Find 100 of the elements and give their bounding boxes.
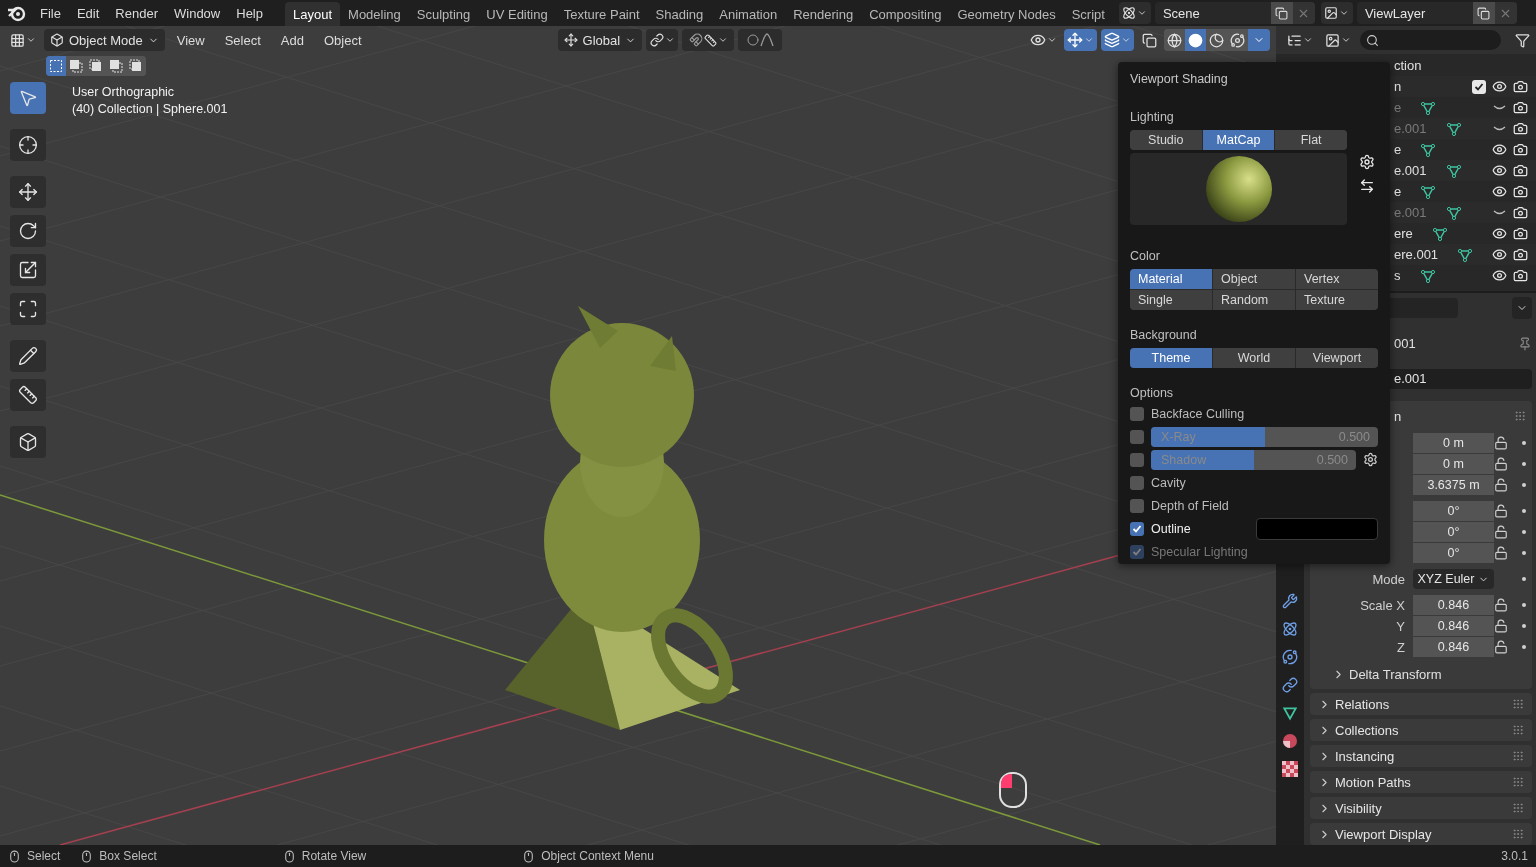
menu-item[interactable]: Edit	[68, 2, 108, 24]
lock-icon[interactable]	[1494, 598, 1508, 612]
proportional-button[interactable]	[738, 29, 783, 51]
lock-icon[interactable]	[1494, 525, 1508, 539]
menu-item[interactable]: Window	[166, 2, 229, 24]
camera-icon[interactable]	[1513, 142, 1528, 157]
checkbox[interactable]	[1130, 521, 1144, 536]
shading-mode-button[interactable]	[1185, 29, 1206, 51]
segment-button[interactable]: Viewport	[1296, 348, 1378, 368]
lock-icon[interactable]	[1494, 619, 1508, 633]
panel-header[interactable]: Relations	[1310, 693, 1532, 715]
mesh-data-icon[interactable]	[1282, 705, 1298, 721]
workspace-tab[interactable]: Animation	[711, 2, 786, 26]
color-swatch[interactable]	[1256, 517, 1378, 540]
tool-button[interactable]	[10, 129, 46, 161]
checkbox[interactable]	[1130, 452, 1144, 467]
lock-icon[interactable]	[1494, 478, 1508, 492]
select-mode-button[interactable]	[126, 56, 146, 76]
keyframe-dot[interactable]	[1522, 509, 1526, 513]
pivot-button[interactable]	[646, 29, 679, 51]
scene-name-field[interactable]: Scene	[1154, 2, 1315, 24]
filter-icon[interactable]	[1515, 32, 1530, 48]
camera-icon[interactable]	[1513, 247, 1528, 262]
menu-item[interactable]: File	[32, 2, 69, 24]
workspace-tab[interactable]: Geometry Nodes	[949, 2, 1064, 26]
checkbox[interactable]	[1130, 406, 1144, 421]
lock-icon[interactable]	[1494, 640, 1508, 654]
grip-icon[interactable]	[1514, 410, 1526, 422]
camera-icon[interactable]	[1513, 100, 1528, 115]
segment-button[interactable]: World	[1213, 348, 1295, 368]
scene-selector-button[interactable]	[1118, 2, 1151, 24]
checkbox[interactable]	[1472, 79, 1486, 94]
tool-button[interactable]	[10, 254, 46, 286]
menu-item[interactable]: Object	[315, 29, 370, 51]
outliner-item[interactable]: ction	[1394, 58, 1422, 73]
segment-button[interactable]: Single	[1130, 290, 1212, 310]
menu-item[interactable]: Help	[228, 2, 271, 24]
menu-item[interactable]: Select	[216, 29, 269, 51]
workspace-tab[interactable]: Modeling	[340, 2, 409, 26]
keyframe-dot[interactable]	[1522, 624, 1526, 628]
logo-icon[interactable]	[6, 4, 26, 22]
checkbox[interactable]	[1130, 475, 1144, 490]
option-label[interactable]: Outline	[1151, 521, 1191, 536]
value-field[interactable]: 0°	[1413, 501, 1494, 521]
option-label[interactable]: Cavity	[1151, 475, 1186, 490]
snap-button[interactable]	[682, 29, 735, 51]
wrench-icon[interactable]	[1282, 593, 1298, 609]
eye-icon[interactable]	[1492, 247, 1507, 262]
workspace-tab[interactable]: UV Editing	[478, 2, 556, 26]
panel-header[interactable]: Motion Paths	[1310, 771, 1532, 793]
search-field[interactable]	[1360, 30, 1501, 50]
panel-header[interactable]: Viewport Display	[1310, 823, 1532, 845]
settings-icon[interactable]	[1363, 452, 1378, 467]
segment-button[interactable]: Studio	[1130, 130, 1202, 150]
menu-item[interactable]: View	[168, 29, 213, 51]
pin-icon[interactable]	[1518, 336, 1532, 351]
matcap-preview[interactable]	[1130, 153, 1347, 225]
outliner-item[interactable]: e	[1394, 184, 1402, 199]
tool-button[interactable]	[10, 379, 46, 411]
settings-icon[interactable]	[1359, 154, 1375, 170]
segment-button[interactable]: MatCap	[1202, 130, 1275, 150]
checkbox[interactable]	[1130, 429, 1144, 444]
value-field[interactable]: 0°	[1413, 522, 1494, 542]
tool-button[interactable]	[10, 426, 46, 458]
dropdown-button[interactable]	[1512, 297, 1532, 319]
workspace-tab[interactable]: Rendering	[785, 2, 862, 26]
keyframe-dot[interactable]	[1522, 603, 1526, 607]
workspace-tab[interactable]: Compositing	[861, 2, 950, 26]
select-mode-button[interactable]	[46, 56, 66, 76]
eye-icon[interactable]	[1492, 79, 1507, 94]
outliner-item[interactable]: ere	[1394, 226, 1413, 241]
eye-icon[interactable]	[1492, 163, 1507, 178]
workspace-tab[interactable]: Texture Paint	[555, 2, 648, 26]
value-field[interactable]: 0.846	[1413, 616, 1494, 636]
camera-icon[interactable]	[1513, 205, 1528, 220]
mode-dropdown[interactable]: XYZ Euler	[1413, 569, 1494, 589]
workspace-tab[interactable]: Sculpting	[408, 2, 479, 26]
value-field[interactable]: 0°	[1413, 543, 1494, 563]
option-label[interactable]: Depth of Field	[1151, 498, 1229, 513]
menu-item[interactable]: Add	[272, 29, 312, 51]
eye-icon[interactable]	[1492, 142, 1507, 157]
camera-icon[interactable]	[1513, 184, 1528, 199]
keyframe-dot[interactable]	[1522, 645, 1526, 649]
outliner-item[interactable]: ere.001	[1394, 247, 1439, 262]
tool-button[interactable]	[10, 340, 46, 372]
value-field[interactable]: 0.846	[1413, 595, 1494, 615]
checker-texture-icon[interactable]	[1282, 761, 1298, 777]
tool-button[interactable]	[10, 176, 46, 208]
view-layer-name-field[interactable]: ViewLayer	[1356, 2, 1517, 24]
keyframe-dot[interactable]	[1522, 441, 1526, 445]
outliner-item[interactable]: e	[1394, 142, 1402, 157]
segment-button[interactable]: Flat	[1275, 130, 1347, 150]
viewport-toggle-button[interactable]	[1064, 29, 1097, 51]
panel-header[interactable]: Instancing	[1310, 745, 1532, 767]
camera-icon[interactable]	[1513, 79, 1528, 94]
viewport-toggle-button[interactable]	[1101, 29, 1134, 51]
material-icon[interactable]	[1282, 733, 1298, 749]
eye-icon[interactable]	[1492, 226, 1507, 241]
panel-title[interactable]: n	[1394, 408, 1514, 424]
keyframe-dot[interactable]	[1522, 530, 1526, 534]
